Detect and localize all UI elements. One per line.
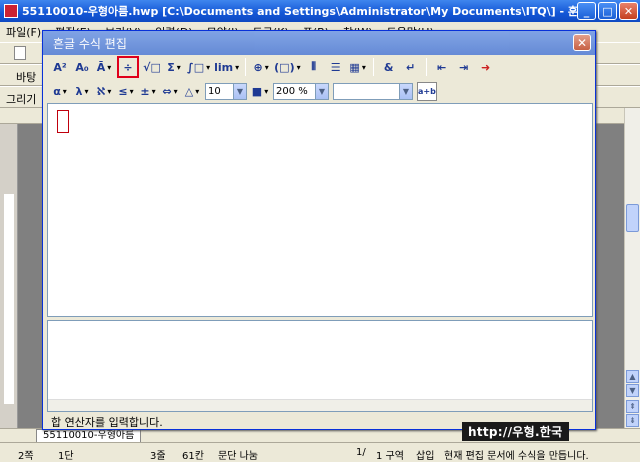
brackets-icon[interactable]: ⊕ xyxy=(252,58,270,77)
limit-icon[interactable]: lim xyxy=(214,58,239,77)
main-title-bar: 55110010-우형아름.hwp [C:\Documents and Sett… xyxy=(0,0,640,22)
color-icon[interactable]: ■ xyxy=(251,82,269,101)
font-size-select[interactable]: 10 ▼ xyxy=(205,82,247,100)
new-document-icon[interactable] xyxy=(14,46,26,60)
equation-toolbar-1: A² A₀ Ā ÷ √□ Σ ∫□ lim ⊕ (□) ⦀ ☰ ▦ & ↵ ⇤ … xyxy=(45,55,595,79)
greek-lambda-icon[interactable]: λ xyxy=(73,82,91,101)
script-edit-area[interactable] xyxy=(47,320,593,412)
column-vector-icon[interactable]: ☰ xyxy=(327,58,345,77)
fraction-icon[interactable]: ÷ xyxy=(117,56,139,78)
status-break: 문단 나눔 xyxy=(218,451,258,462)
font-select[interactable]: ▼ xyxy=(333,82,413,100)
root-icon[interactable]: √□ xyxy=(143,58,161,77)
equation-edit-area[interactable] xyxy=(47,103,593,317)
scroll-thumb[interactable] xyxy=(626,204,639,232)
input-cursor-box xyxy=(57,110,69,133)
superscript-icon[interactable]: A² xyxy=(51,58,69,77)
arrow-icon[interactable]: ⇔ xyxy=(161,82,179,101)
integral-icon[interactable]: ∫□ xyxy=(187,58,210,77)
status-column: 61칸 xyxy=(182,451,204,462)
status-page-of: 1/ xyxy=(356,447,366,458)
vertical-scrollbar[interactable]: ▲ ▼ ⇞ ⇟ xyxy=(624,108,640,428)
scroll-up-icon[interactable]: ▲ xyxy=(626,370,639,383)
align-left-icon[interactable]: ⇤ xyxy=(433,58,451,77)
font-size-value: 10 xyxy=(208,85,221,97)
dialog-close-button[interactable]: ✕ xyxy=(573,34,591,51)
horizontal-scrollbar[interactable] xyxy=(48,399,592,411)
insert-equation-icon[interactable]: ➜ xyxy=(477,58,495,77)
watermark: http://우형.한국 xyxy=(462,422,569,441)
chevron-down-icon: ▼ xyxy=(315,83,328,99)
maximize-button[interactable]: □ xyxy=(598,2,617,20)
document-tab[interactable]: 55110010-우형아름 xyxy=(36,429,142,443)
window-title: 55110010-우형아름.hwp [C:\Documents and Sett… xyxy=(22,5,589,18)
matrix-icon[interactable]: ⦀ xyxy=(305,58,323,77)
status-mode: 삽입 xyxy=(416,451,435,462)
newline-icon[interactable]: ↵ xyxy=(402,58,420,77)
menu-file[interactable]: 파일(F) xyxy=(6,24,41,40)
paren-icon[interactable]: (□) xyxy=(274,58,300,77)
grid-matrix-icon[interactable]: ▦ xyxy=(349,58,367,77)
scroll-down-icon[interactable]: ▼ xyxy=(626,384,639,397)
ampersand-icon[interactable]: & xyxy=(380,58,398,77)
align-right-icon[interactable]: ⇥ xyxy=(455,58,473,77)
page-up-icon[interactable]: ⇞ xyxy=(626,400,639,413)
status-page: 2쪽 xyxy=(18,451,34,462)
status-zone: 1 구역 xyxy=(376,451,404,462)
close-button[interactable]: ✕ xyxy=(619,2,638,20)
page-down-icon[interactable]: ⇟ xyxy=(626,414,639,427)
sum-icon[interactable]: Σ xyxy=(165,58,183,77)
status-message: 현재 편집 문서에 수식을 만듭니다. xyxy=(444,451,589,462)
zoom-select[interactable]: 200 % ▼ xyxy=(273,82,329,100)
chevron-down-icon: ▼ xyxy=(399,83,412,99)
plus-minus-icon[interactable]: ± xyxy=(139,82,157,101)
vertical-ruler xyxy=(0,124,18,428)
equation-editor-dialog: 흔글 수식 편집 ✕ A² A₀ Ā ÷ √□ Σ ∫□ lim ⊕ (□) ⦀… xyxy=(42,30,596,430)
style-label[interactable]: 바탕 xyxy=(16,69,36,85)
subscript-icon[interactable]: A₀ xyxy=(73,58,91,77)
equation-toolbar-2: α λ ℵ ≤ ± ⇔ △ 10 ▼ ■ 200 % ▼ ▼ a+b xyxy=(45,79,595,103)
drawing-label[interactable]: 그리기 xyxy=(6,91,36,107)
triangle-icon[interactable]: △ xyxy=(183,82,201,101)
minimize-button[interactable]: _ xyxy=(577,2,596,20)
greek-aleph-icon[interactable]: ℵ xyxy=(95,82,113,101)
script-icon[interactable]: a+b xyxy=(417,81,437,101)
dialog-title-bar: 흔글 수식 편집 ✕ xyxy=(43,31,595,55)
status-section: 1단 xyxy=(58,451,74,462)
chevron-down-icon: ▼ xyxy=(233,83,246,99)
greek-alpha-icon[interactable]: α xyxy=(51,82,69,101)
status-line: 3줄 xyxy=(150,451,166,462)
status-bar: 2쪽 1단 3줄 61칸 문단 나눔 1/ 1 구역 삽입 현재 편집 문서에 … xyxy=(0,442,640,462)
decoration-icon[interactable]: Ā xyxy=(95,58,113,77)
dialog-title: 흔글 수식 편집 xyxy=(53,36,127,51)
relation-icon[interactable]: ≤ xyxy=(117,82,135,101)
hwp-app-icon xyxy=(4,4,18,18)
zoom-value: 200 % xyxy=(276,85,308,97)
